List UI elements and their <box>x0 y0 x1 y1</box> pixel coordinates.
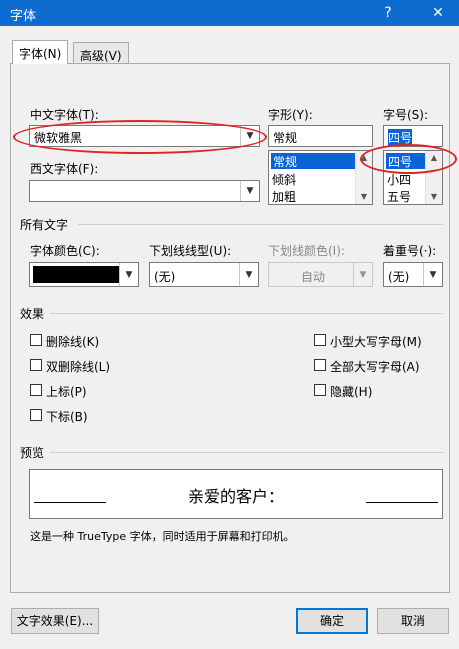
all-text-heading: 所有文字 <box>20 218 69 232</box>
emphasis-combo[interactable]: (无) ▼ <box>383 262 443 287</box>
size-label: 字号(S): <box>383 108 429 122</box>
western-font-label: 西文字体(F): <box>30 162 99 176</box>
highlight-ellipse <box>360 144 457 174</box>
title-bar: 字体 ? ✕ <box>0 0 459 26</box>
style-value: 常规 <box>273 131 298 145</box>
emphasis-value: (无) <box>388 270 410 284</box>
window-title: 字体 <box>10 9 37 24</box>
help-button[interactable]: ? <box>371 0 405 26</box>
chevron-down-icon[interactable]: ▼ <box>423 263 442 286</box>
double-strikethrough-checkbox[interactable] <box>30 359 42 371</box>
chevron-down-icon[interactable]: ▼ <box>240 181 259 201</box>
style-input[interactable]: 常规 <box>268 125 373 147</box>
preview-sample: 亲爱的客户： <box>187 487 284 506</box>
strikethrough-checkbox[interactable] <box>30 334 42 346</box>
tab-font[interactable]: 字体(N) <box>12 40 69 64</box>
style-list-item[interactable]: 加粗 <box>272 188 296 204</box>
scroll-down-icon[interactable]: ▼ <box>356 190 372 204</box>
underline-color-label: 下划线颜色(I): <box>268 244 345 258</box>
section-divider <box>50 313 443 314</box>
underline-style-value: (无) <box>154 270 176 284</box>
style-list[interactable]: 常规 倾斜 加粗 ▲ ▼ <box>268 150 373 205</box>
style-label: 字形(Y): <box>268 108 313 122</box>
hidden-label[interactable]: 隐藏(H) <box>330 383 372 400</box>
text-effects-button[interactable]: 文字效果(E)... <box>11 608 99 634</box>
cancel-button[interactable]: 取消 <box>377 608 449 634</box>
double-strikethrough-label[interactable]: 双删除线(L) <box>46 358 110 375</box>
close-button[interactable]: ✕ <box>421 0 455 26</box>
section-divider <box>50 452 443 453</box>
chevron-down-icon[interactable]: ▼ <box>239 263 258 286</box>
subscript-checkbox[interactable] <box>30 409 42 421</box>
superscript-label[interactable]: 上标(P) <box>46 383 87 400</box>
preview-line <box>366 502 438 503</box>
emphasis-label: 着重号(·): <box>383 244 437 258</box>
chevron-down-icon[interactable]: ▼ <box>353 263 372 286</box>
tab-advanced[interactable]: 高级(V) <box>73 42 129 64</box>
underline-style-label: 下划线线型(U): <box>149 244 232 258</box>
preview-heading: 预览 <box>20 446 45 460</box>
small-caps-label[interactable]: 小型大写字母(M) <box>330 333 422 350</box>
font-color-label: 字体颜色(C): <box>30 244 100 258</box>
section-divider <box>78 224 443 225</box>
subscript-label[interactable]: 下标(B) <box>46 408 88 425</box>
underline-color-combo[interactable]: 自动 ▼ <box>268 262 373 287</box>
chevron-down-icon[interactable]: ▼ <box>119 263 138 286</box>
small-caps-checkbox[interactable] <box>314 334 326 346</box>
effects-heading: 效果 <box>20 307 45 321</box>
preview-note: 这是一种 TrueType 字体，同时适用于屏幕和打印机。 <box>30 530 295 543</box>
style-list-item[interactable]: 常规 <box>271 153 356 169</box>
preview-box: 亲爱的客户： <box>29 469 443 519</box>
western-font-combo[interactable]: ▼ <box>29 180 260 202</box>
font-color-picker[interactable]: ▼ <box>29 262 139 287</box>
underline-color-value: 自动 <box>301 270 326 284</box>
style-list-item[interactable]: 倾斜 <box>272 171 296 188</box>
highlight-ellipse <box>13 120 267 154</box>
all-caps-checkbox[interactable] <box>314 359 326 371</box>
size-list-item[interactable]: 五号 <box>387 188 411 204</box>
all-caps-label[interactable]: 全部大写字母(A) <box>330 358 420 375</box>
font-color-swatch <box>33 266 119 283</box>
scroll-down-icon[interactable]: ▼ <box>426 190 442 204</box>
superscript-checkbox[interactable] <box>30 384 42 396</box>
underline-style-combo[interactable]: (无) ▼ <box>149 262 259 287</box>
ok-button[interactable]: 确定 <box>296 608 368 634</box>
hidden-checkbox[interactable] <box>314 384 326 396</box>
strikethrough-label[interactable]: 删除线(K) <box>46 333 99 350</box>
